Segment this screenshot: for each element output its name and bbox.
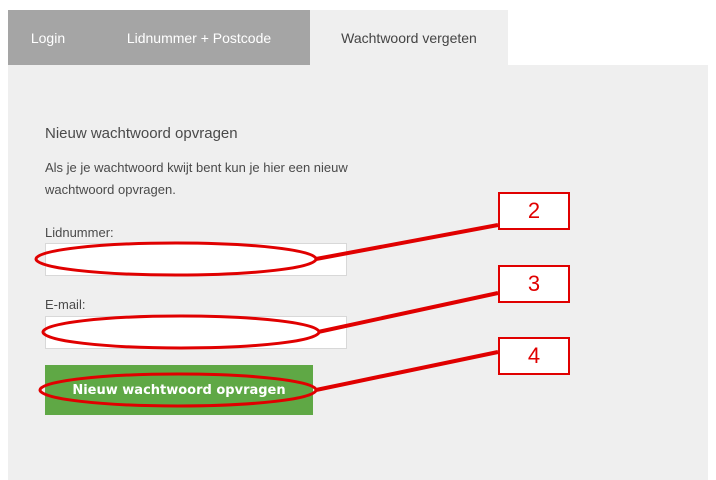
tab-lidnummer-postcode-label: Lidnummer + Postcode xyxy=(126,29,272,46)
callout-3: 3 xyxy=(498,265,570,303)
intro-line-1: Als je je wachtwoord kwijt bent kun je h… xyxy=(45,160,348,175)
intro-line-2: wachtwoord opvragen. xyxy=(45,182,176,197)
lidnummer-label: Lidnummer: xyxy=(45,225,114,240)
form-heading: Nieuw wachtwoord opvragen xyxy=(45,125,238,142)
form-intro: Als je je wachtwoord kwijt bent kun je h… xyxy=(45,157,405,201)
callout-4: 4 xyxy=(498,337,570,375)
tab-login-label: Login xyxy=(30,29,66,46)
request-password-button[interactable]: Nieuw wachtwoord opvragen xyxy=(45,365,313,415)
lidnummer-input[interactable] xyxy=(45,243,347,276)
tab-login[interactable]: Login xyxy=(8,10,88,65)
email-input[interactable] xyxy=(45,316,347,349)
email-label: E-mail: xyxy=(45,297,86,312)
tab-lidnummer-postcode[interactable]: Lidnummer + Postcode xyxy=(88,10,310,65)
callout-2: 2 xyxy=(498,192,570,230)
tab-wachtwoord-vergeten-label: Wachtwoord vergeten xyxy=(341,29,477,46)
tab-wachtwoord-vergeten[interactable]: Wachtwoord vergeten xyxy=(310,10,508,65)
tab-bar: Login Lidnummer + Postcode Wachtwoord ve… xyxy=(8,10,508,65)
form-panel: Nieuw wachtwoord opvragen Als je je wach… xyxy=(8,65,708,480)
